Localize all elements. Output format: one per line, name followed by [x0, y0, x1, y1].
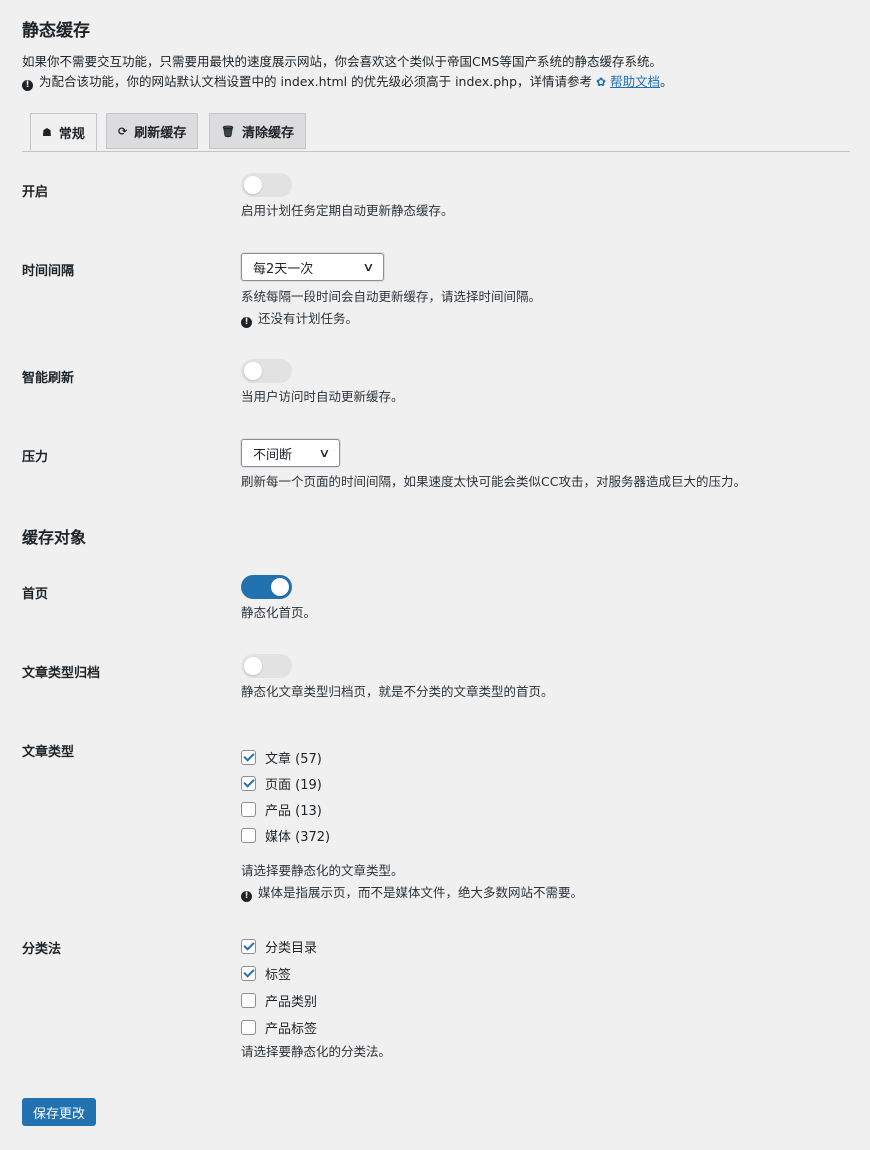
post-type-option[interactable]: 媒体 (372) — [241, 822, 583, 848]
option-label: 页面 (19) — [265, 777, 322, 793]
pressure-label: 压力 — [22, 450, 49, 465]
home-field: 静态化首页。 — [241, 575, 316, 624]
save-changes-button[interactable]: 保存更改 — [22, 1098, 97, 1126]
taxonomies-desc: 请选择要静态化的分类法。 — [241, 1044, 392, 1059]
pressure-select[interactable]: 不间断 ∨ — [241, 439, 340, 467]
taxonomy-option[interactable]: 产品标签 — [241, 1014, 391, 1041]
interval-select[interactable]: 每2天一次 ∨ — [241, 253, 384, 281]
post-types-note-text: 媒体是指展示页，而不是媒体文件，绝大多数网站不需要。 — [258, 885, 584, 900]
interval-note-text: 还没有计划任务。 — [258, 311, 359, 326]
taxonomies-field: 分类目录 标签 产品类别 产品标签 请选择要静态化的分类法。 — [241, 933, 391, 1063]
tab-bar: ☗ 常规 ⟳ 刷新缓存 🗑 清除缓存 — [22, 113, 850, 152]
taxonomy-option[interactable]: 标签 — [241, 960, 391, 987]
option-label: 媒体 (372) — [265, 829, 331, 845]
checkbox[interactable] — [241, 801, 256, 817]
option-label: 产品 (13) — [265, 803, 322, 819]
enable-field: 启用计划任务定期自动更新静态缓存。 — [241, 173, 454, 222]
intro-line-1: 如果你不需要交互功能，只需要用最快的速度展示网站，你会喜欢这个类似于帝国CMS等… — [22, 54, 662, 69]
tab-clear-cache-label: 清除缓存 — [241, 125, 294, 141]
post-type-option[interactable]: 产品 (13) — [241, 796, 583, 822]
checkbox[interactable] — [241, 775, 256, 791]
checkbox[interactable] — [241, 993, 256, 1008]
post-type-option[interactable]: 文章 (57) — [241, 744, 583, 770]
toggle-knob — [244, 362, 262, 380]
archive-toggle[interactable] — [241, 654, 292, 678]
tab-general-label: 常规 — [58, 126, 85, 142]
archive-field: 静态化文章类型归档页，就是不分类的文章类型的首页。 — [241, 654, 554, 703]
intro: 如果你不需要交互功能，只需要用最快的速度展示网站，你会喜欢这个类似于帝国CMS等… — [22, 52, 673, 92]
tab-clear-cache[interactable]: 🗑 清除缓存 — [209, 113, 306, 149]
post-types-field: 文章 (57) 页面 (19) 产品 (13) 媒体 (372) 请选择要静态化… — [241, 744, 583, 904]
chevron-down-icon: ∨ — [318, 446, 331, 460]
post-types-desc: 请选择要静态化的文章类型。 — [241, 863, 404, 878]
tab-refresh-cache-label: 刷新缓存 — [134, 125, 187, 141]
toggle-knob — [271, 578, 289, 596]
interval-select-value: 每2天一次 — [253, 261, 314, 277]
tab-refresh-cache[interactable]: ⟳ 刷新缓存 — [106, 113, 199, 149]
help-docs-link[interactable]: 帮助文档 — [610, 74, 660, 89]
help-icon: ✿ — [596, 75, 607, 89]
refresh-icon: ⟳ — [118, 124, 128, 138]
archive-desc: 静态化文章类型归档页，就是不分类的文章类型的首页。 — [241, 684, 554, 699]
trash-icon: 🗑 — [221, 124, 235, 138]
toggle-knob — [244, 176, 262, 194]
smart-refresh-label: 智能刷新 — [22, 371, 75, 386]
enable-toggle[interactable] — [241, 173, 292, 197]
post-types-label: 文章类型 — [22, 745, 75, 760]
info-icon: ! — [22, 80, 33, 91]
tab-general[interactable]: ☗ 常规 — [30, 113, 97, 151]
interval-note: ! 还没有计划任务。 — [241, 308, 541, 330]
checkbox[interactable] — [241, 827, 256, 843]
option-label: 产品类别 — [265, 995, 318, 1010]
enable-label: 开启 — [22, 185, 49, 200]
smart-refresh-desc: 当用户访问时自动更新缓存。 — [241, 389, 404, 404]
taxonomy-option[interactable]: 产品类别 — [241, 987, 391, 1014]
smart-refresh-toggle[interactable] — [241, 359, 292, 383]
cache-objects-heading: 缓存对象 — [22, 528, 87, 547]
post-type-option[interactable]: 页面 (19) — [241, 770, 583, 796]
interval-desc: 系统每隔一段时间会自动更新缓存，请选择时间间隔。 — [241, 289, 542, 304]
intro-line-2: ! 为配合该功能，你的网站默认文档设置中的 index.html 的优先级必须高于… — [22, 72, 673, 92]
chevron-down-icon: ∨ — [362, 260, 375, 274]
intro-line-2-text: 为配合该功能，你的网站默认文档设置中的 index.html 的优先级必须高于 … — [39, 74, 593, 89]
taxonomy-option[interactable]: 分类目录 — [241, 933, 391, 960]
pressure-desc: 刷新每一个页面的时间间隔，如果速度太快可能会类似CC攻击，对服务器造成巨大的压力… — [241, 474, 746, 489]
taxonomies-label: 分类法 — [22, 942, 62, 957]
intro-end: 。 — [660, 74, 673, 89]
option-label: 产品标签 — [265, 1022, 318, 1037]
post-types-note: ! 媒体是指展示页，而不是媒体文件，绝大多数网站不需要。 — [241, 882, 583, 904]
option-label: 分类目录 — [265, 941, 318, 956]
interval-label: 时间间隔 — [22, 264, 75, 279]
smart-refresh-field: 当用户访问时自动更新缓存。 — [241, 359, 404, 408]
home-label: 首页 — [22, 587, 49, 602]
dashboard-icon: ☗ — [42, 125, 52, 139]
pressure-field: 不间断 ∨ 刷新每一个页面的时间间隔，如果速度太快可能会类似CC攻击，对服务器造… — [241, 439, 746, 493]
archive-label: 文章类型归档 — [22, 666, 101, 681]
toggle-knob — [244, 657, 262, 675]
home-toggle[interactable] — [241, 575, 292, 599]
info-icon: ! — [241, 891, 252, 902]
checkbox[interactable] — [241, 1020, 256, 1035]
pressure-select-value: 不间断 — [253, 447, 293, 463]
interval-field: 每2天一次 ∨ 系统每隔一段时间会自动更新缓存，请选择时间间隔。 ! 还没有计划任… — [241, 253, 541, 330]
checkbox[interactable] — [241, 749, 256, 765]
info-icon: ! — [241, 317, 252, 328]
enable-desc: 启用计划任务定期自动更新静态缓存。 — [241, 203, 454, 218]
page-title: 静态缓存 — [22, 21, 90, 41]
option-label: 文章 (57) — [265, 751, 322, 767]
checkbox[interactable] — [241, 966, 256, 981]
home-desc: 静态化首页。 — [241, 605, 317, 620]
checkbox[interactable] — [241, 939, 256, 954]
option-label: 标签 — [265, 968, 292, 983]
